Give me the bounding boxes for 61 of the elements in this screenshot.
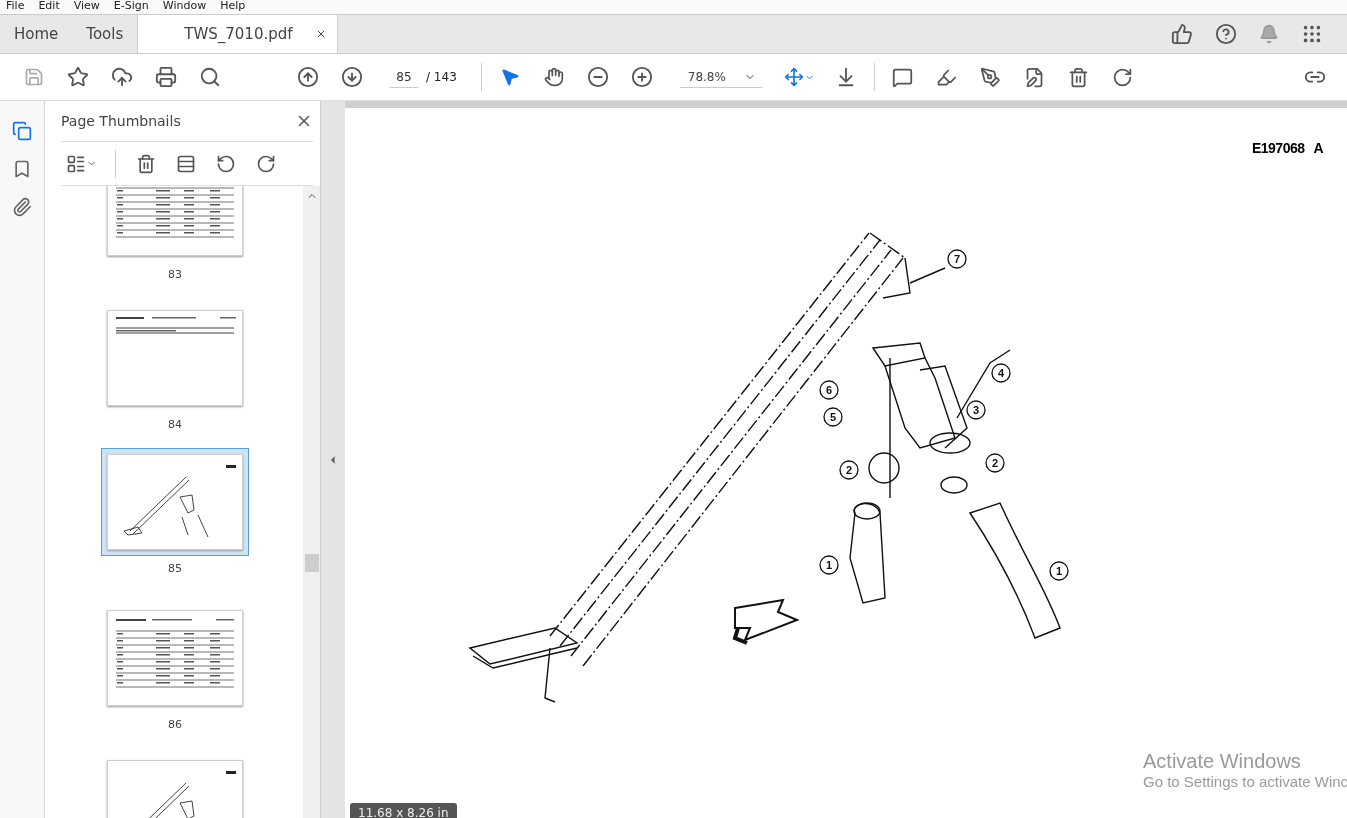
page-thumbnail[interactable]	[107, 310, 243, 406]
callout-number: 2	[839, 460, 859, 480]
callout-number: 1	[819, 555, 839, 575]
trash-icon	[136, 153, 156, 174]
arrow-down-icon	[341, 66, 363, 88]
page-thumbnail[interactable]	[107, 454, 243, 550]
tab[interactable]: Tools	[72, 15, 138, 53]
rotate-right-icon	[256, 153, 276, 174]
callout-number: 5	[823, 407, 843, 427]
menu-item[interactable]: Window	[162, 0, 207, 14]
minus-icon	[586, 66, 609, 88]
page-number: 86	[168, 718, 182, 731]
list-icon	[65, 153, 86, 174]
tab[interactable]: TWS_7010.pdf	[137, 15, 338, 53]
callout-number: 1	[1049, 561, 1069, 581]
rows-icon	[176, 153, 196, 174]
feedback-icon[interactable]	[1171, 23, 1193, 45]
printer-icon	[155, 66, 177, 88]
callout-number: 7	[947, 249, 967, 269]
search-icon	[199, 66, 221, 88]
pen-nib-icon	[980, 66, 1002, 88]
apps-grid-icon[interactable]	[1301, 23, 1323, 45]
drawing-number: E197068 A	[1251, 140, 1323, 156]
panel-title: Page Thumbnails	[61, 113, 181, 129]
callout-number: 4	[991, 363, 1011, 383]
plus-icon	[630, 66, 653, 88]
paperclip-icon	[12, 197, 32, 217]
pages-button[interactable]	[10, 119, 34, 143]
trash-icon	[1068, 66, 1090, 88]
pages-icon	[12, 121, 32, 141]
speech-bubble-icon	[892, 66, 914, 88]
menu-item[interactable]: E-Sign	[113, 0, 149, 14]
page-thumbnail[interactable]	[107, 186, 243, 256]
star-icon	[67, 66, 89, 88]
menu-item[interactable]: File	[6, 0, 25, 14]
page-number: 84	[168, 418, 182, 431]
activation-title: Activate Windows	[1143, 750, 1302, 773]
page-number: 83	[168, 268, 182, 281]
activation-message: Go to Settings to activate Winc	[1143, 773, 1347, 790]
rotate-left-icon	[216, 153, 236, 174]
scrollbar-thumb[interactable]	[304, 554, 319, 572]
callout-number: 2	[985, 453, 1005, 473]
cloud-upload-icon	[111, 66, 133, 88]
bookmark-icon	[12, 159, 32, 179]
help-icon[interactable]	[1215, 23, 1237, 45]
tab[interactable]: Home	[0, 15, 73, 53]
hand-icon	[543, 67, 564, 87]
page-number: 85	[168, 562, 182, 575]
page-total: / 143	[426, 70, 457, 84]
menu-item[interactable]: Edit	[38, 0, 60, 14]
arrow-up-icon	[297, 66, 319, 88]
callout-number: 3	[966, 400, 986, 420]
callout-number: 6	[819, 380, 839, 400]
move-arrows-icon	[784, 67, 805, 87]
menu-item[interactable]: View	[73, 0, 100, 14]
page-size-label: 11.68 x 8.26 in	[350, 803, 457, 818]
scrollbar[interactable]	[303, 186, 320, 818]
rotate-icon	[1112, 66, 1134, 88]
menu-item[interactable]: Help	[220, 0, 246, 14]
page-thumbnail[interactable]	[107, 610, 243, 706]
zoom-field[interactable]: 78.8%	[679, 66, 762, 88]
